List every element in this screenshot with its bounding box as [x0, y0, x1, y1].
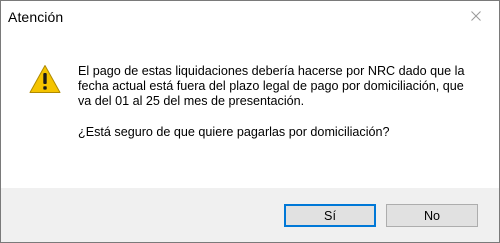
dialog-title: Atención	[8, 9, 64, 25]
close-button[interactable]	[453, 1, 499, 32]
message-question: ¿Está seguro de que quiere pagarlas por …	[78, 125, 390, 139]
dialog-window: Atención El pago de estas liquidaciones …	[0, 0, 500, 243]
message-body: El pago de estas liquidaciones debería h…	[78, 64, 465, 108]
close-icon	[471, 8, 481, 26]
title-bar[interactable]: Atención	[1, 1, 499, 32]
yes-button[interactable]: Sí	[284, 204, 376, 227]
message-text: El pago de estas liquidaciones debería h…	[78, 64, 478, 140]
dialog-content: El pago de estas liquidaciones debería h…	[1, 32, 499, 188]
warning-icon	[29, 64, 61, 94]
no-button[interactable]: No	[386, 204, 478, 227]
button-bar: Sí No	[1, 188, 499, 242]
